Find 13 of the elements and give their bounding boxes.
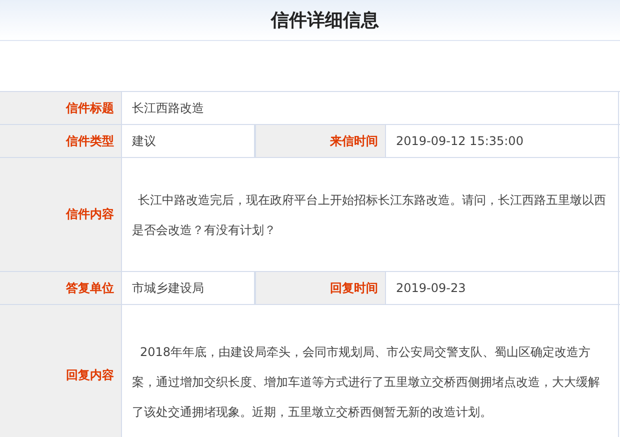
field-label: 答复单位: [0, 272, 122, 304]
field-value: 2018年年底，由建设局牵头，会同市规划局、市公安局交警支队、蜀山区确定改造方案，通过增加交织长度、增加车道等方式进行了五里墩立交桥西侧拥堵点改造，大大缓解了该处交通拥堵现象。近期，五里墩立交桥西侧暂无新的改造计划。: [122, 305, 619, 437]
field-label: 信件标题: [0, 92, 122, 124]
field-value: 长江西路改造: [122, 92, 619, 124]
field-label: 信件内容: [0, 158, 122, 271]
field-value: 2019-09-23: [386, 272, 619, 304]
field-label: 回复时间: [255, 272, 386, 304]
field-label: 来信时间: [255, 125, 386, 157]
page-title: 信件详细信息: [271, 9, 379, 32]
field-label: 信件类型: [0, 125, 122, 157]
field-value: 长江中路改造完后，现在政府平台上开始招标长江东路改造。请问，长江西路五里墩以西是否会改造？有没有计划？: [122, 158, 619, 271]
field-value: 2019-09-12 15:35:00: [386, 125, 619, 157]
field-label: 回复内容: [0, 305, 122, 437]
